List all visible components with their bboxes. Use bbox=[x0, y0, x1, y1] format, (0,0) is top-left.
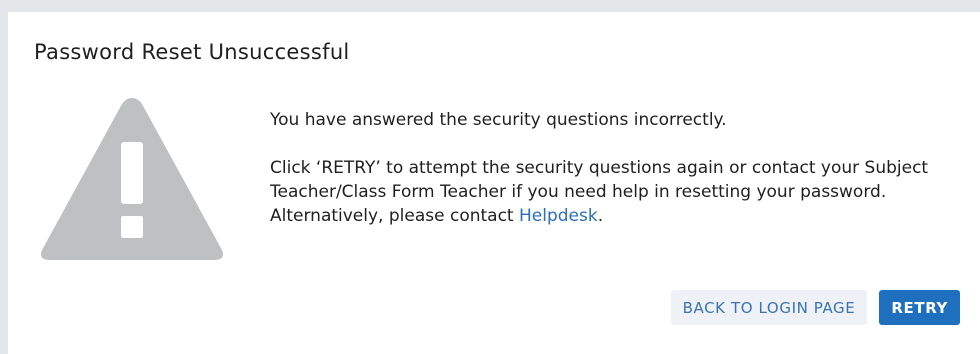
error-message: You have answered the security questions… bbox=[270, 110, 727, 130]
helpdesk-prefix: Alternatively, please contact bbox=[270, 206, 519, 226]
dialog-message: You have answered the security questions… bbox=[270, 108, 950, 228]
retry-button[interactable]: RETRY bbox=[879, 290, 960, 325]
helpdesk-suffix: . bbox=[597, 206, 604, 226]
retry-instructions: Click ‘RETRY’ to attempt the security qu… bbox=[270, 158, 929, 202]
dialog-actions: BACK TO LOGIN PAGE RETRY bbox=[670, 290, 960, 325]
dialog-title: Password Reset Unsuccessful bbox=[34, 40, 350, 64]
warning-triangle-icon bbox=[41, 98, 223, 260]
helpdesk-line: Alternatively, please contact Helpdesk. bbox=[270, 204, 950, 228]
back-to-login-button[interactable]: BACK TO LOGIN PAGE bbox=[670, 290, 868, 325]
reset-dialog: Password Reset Unsuccessful You have ans… bbox=[8, 12, 980, 354]
helpdesk-link[interactable]: Helpdesk bbox=[519, 206, 598, 226]
